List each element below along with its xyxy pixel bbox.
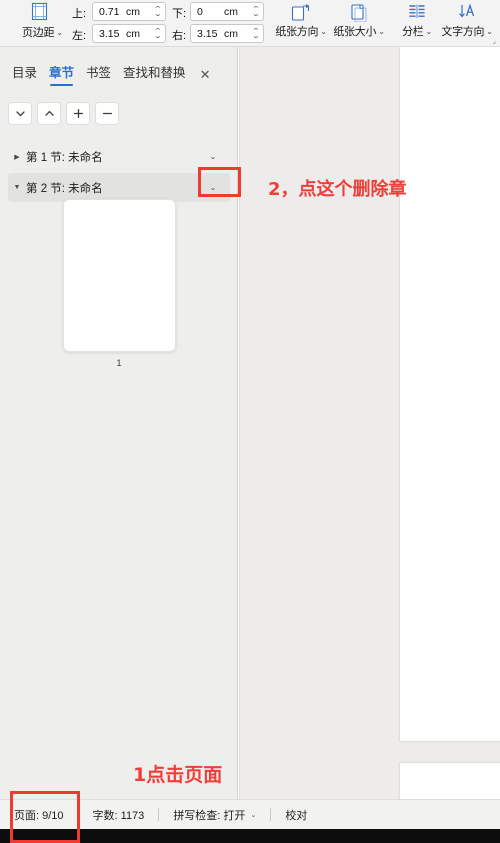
right-margin-label: 右:	[172, 30, 187, 42]
page-size-button[interactable]: 纸张大小 ⌄	[330, 2, 388, 39]
navigation-tabs: 目录 章节 书签 查找和替换 ✕	[0, 59, 238, 89]
section-menu-chevron-1[interactable]: ⌄	[202, 142, 224, 171]
right-margin-stepper[interactable]: ⌃ ⌄	[252, 28, 261, 40]
section-tree-item-1-label: 第 1 节: 未命名	[26, 151, 103, 164]
section-menu-chevron-2[interactable]: ⌄	[202, 173, 224, 202]
status-bar: 页面: 9/10 字数: 1173 拼写检查: 打开 ⌄ 校对	[0, 799, 500, 829]
bottom-margin-unit: cm	[224, 5, 238, 18]
page-margins-button[interactable]: 页边距 ⌄	[22, 24, 63, 40]
top-margin-label: 上:	[72, 8, 87, 20]
tab-contents[interactable]: 目录	[12, 62, 37, 86]
document-page-2[interactable]	[399, 762, 500, 799]
page-margins-icon	[30, 2, 49, 21]
chevron-down-icon: ⌄	[425, 27, 433, 36]
navigation-pane: 目录 章节 书签 查找和替换 ✕ ▶ 第 1 节: 未命名 ⌄ ▼ 第 2 节:…	[0, 47, 238, 799]
page-margins-label: 页边距	[22, 27, 55, 39]
bottom-margin-value: 0	[197, 5, 203, 18]
tab-bookmarks[interactable]: 书签	[86, 62, 111, 86]
page-orientation-icon	[272, 2, 330, 23]
expand-triangle-icon[interactable]: ▶	[8, 153, 26, 161]
bottom-margin-label: 下:	[172, 8, 187, 20]
annotation-text-delete-section: 2，点这个删除章	[268, 179, 407, 200]
bottom-margin-stepper[interactable]: ⌃ ⌄	[252, 6, 261, 18]
status-spellcheck-label: 拼写检查: 打开	[173, 809, 246, 822]
wps-writer-window: 页边距 ⌄ 上: 0.71 cm ⌃ ⌄ 下: 0 cm ⌃ ⌄ 左: 3.15 cm…	[0, 0, 500, 843]
page-orientation-label: 纸张方向 ⌄	[275, 26, 327, 38]
status-spellcheck[interactable]: 拼写检查: 打开 ⌄	[173, 807, 256, 823]
tab-sections[interactable]: 章节	[49, 62, 74, 86]
text-direction-button[interactable]: 文字方向 ⌄	[438, 2, 496, 39]
left-margin-label: 左:	[72, 30, 87, 42]
right-margin-input[interactable]: 3.15 cm ⌃ ⌄	[190, 24, 264, 43]
move-up-button[interactable]	[37, 102, 61, 125]
collapse-triangle-icon[interactable]: ▼	[8, 184, 26, 191]
text-direction-icon	[438, 2, 496, 23]
move-down-button[interactable]	[8, 102, 32, 125]
bottom-margin-input[interactable]: 0 cm ⌃ ⌄	[190, 2, 264, 21]
section-tree-item-2-label: 第 2 节: 未命名	[26, 182, 103, 195]
bottom-black-bar	[0, 829, 500, 843]
top-margin-stepper[interactable]: ⌃ ⌄	[154, 6, 163, 18]
status-divider	[270, 808, 272, 821]
status-divider	[77, 808, 79, 821]
page-thumbnail-list: 1	[0, 199, 238, 369]
left-margin-unit: cm	[126, 27, 140, 40]
chevron-down-icon: ⌄	[486, 27, 493, 36]
section-tree: ▶ 第 1 节: 未命名 ⌄ ▼ 第 2 节: 未命名 ⌄	[0, 142, 238, 204]
add-section-button[interactable]	[66, 102, 90, 125]
section-toolbar	[8, 102, 119, 125]
right-margin-unit: cm	[224, 27, 238, 40]
page-layout-ribbon: 页边距 ⌄ 上: 0.71 cm ⌃ ⌄ 下: 0 cm ⌃ ⌄ 左: 3.15 cm…	[0, 0, 500, 47]
right-margin-value: 3.15	[197, 27, 218, 40]
left-margin-value: 3.15	[99, 27, 120, 40]
chevron-down-icon: ⌄	[378, 27, 385, 36]
text-direction-label: 文字方向 ⌄	[441, 26, 493, 38]
status-word-count[interactable]: 字数: 1173	[93, 807, 145, 823]
top-margin-unit: cm	[126, 5, 140, 18]
close-icon[interactable]: ✕	[200, 68, 211, 81]
left-margin-stepper[interactable]: ⌃ ⌄	[154, 28, 163, 40]
remove-section-button[interactable]	[95, 102, 119, 125]
tab-find-replace[interactable]: 查找和替换	[123, 62, 186, 86]
section-tree-item-2[interactable]: ▼ 第 2 节: 未命名 ⌄	[8, 173, 230, 202]
page-thumbnail-number: 1	[116, 358, 122, 369]
chevron-down-icon: ⌄	[320, 27, 327, 36]
section-tree-item-1[interactable]: ▶ 第 1 节: 未命名 ⌄	[8, 142, 230, 171]
top-margin-value: 0.71	[99, 5, 120, 18]
page-size-icon	[330, 2, 388, 23]
status-proofread[interactable]: 校对	[285, 807, 307, 823]
chevron-down-icon: ⌄	[56, 28, 63, 37]
top-margin-input[interactable]: 0.71 cm ⌃ ⌄	[92, 2, 166, 21]
ribbon-dialog-launcher[interactable]: ⌟	[492, 36, 496, 45]
document-canvas[interactable]	[239, 47, 500, 799]
page-size-label: 纸张大小 ⌄	[333, 26, 385, 38]
chevron-down-icon: ⌄	[250, 811, 257, 819]
document-page-1[interactable]	[399, 47, 500, 742]
annotation-text-click-page: 1点击页面	[133, 764, 223, 786]
pane-divider[interactable]	[239, 47, 240, 799]
left-margin-input[interactable]: 3.15 cm ⌃ ⌄	[92, 24, 166, 43]
page-orientation-button[interactable]: 纸张方向 ⌄	[272, 2, 330, 39]
status-page-indicator[interactable]: 页面: 9/10	[14, 807, 64, 823]
status-divider	[158, 808, 160, 821]
page-thumbnail[interactable]	[62, 199, 176, 352]
